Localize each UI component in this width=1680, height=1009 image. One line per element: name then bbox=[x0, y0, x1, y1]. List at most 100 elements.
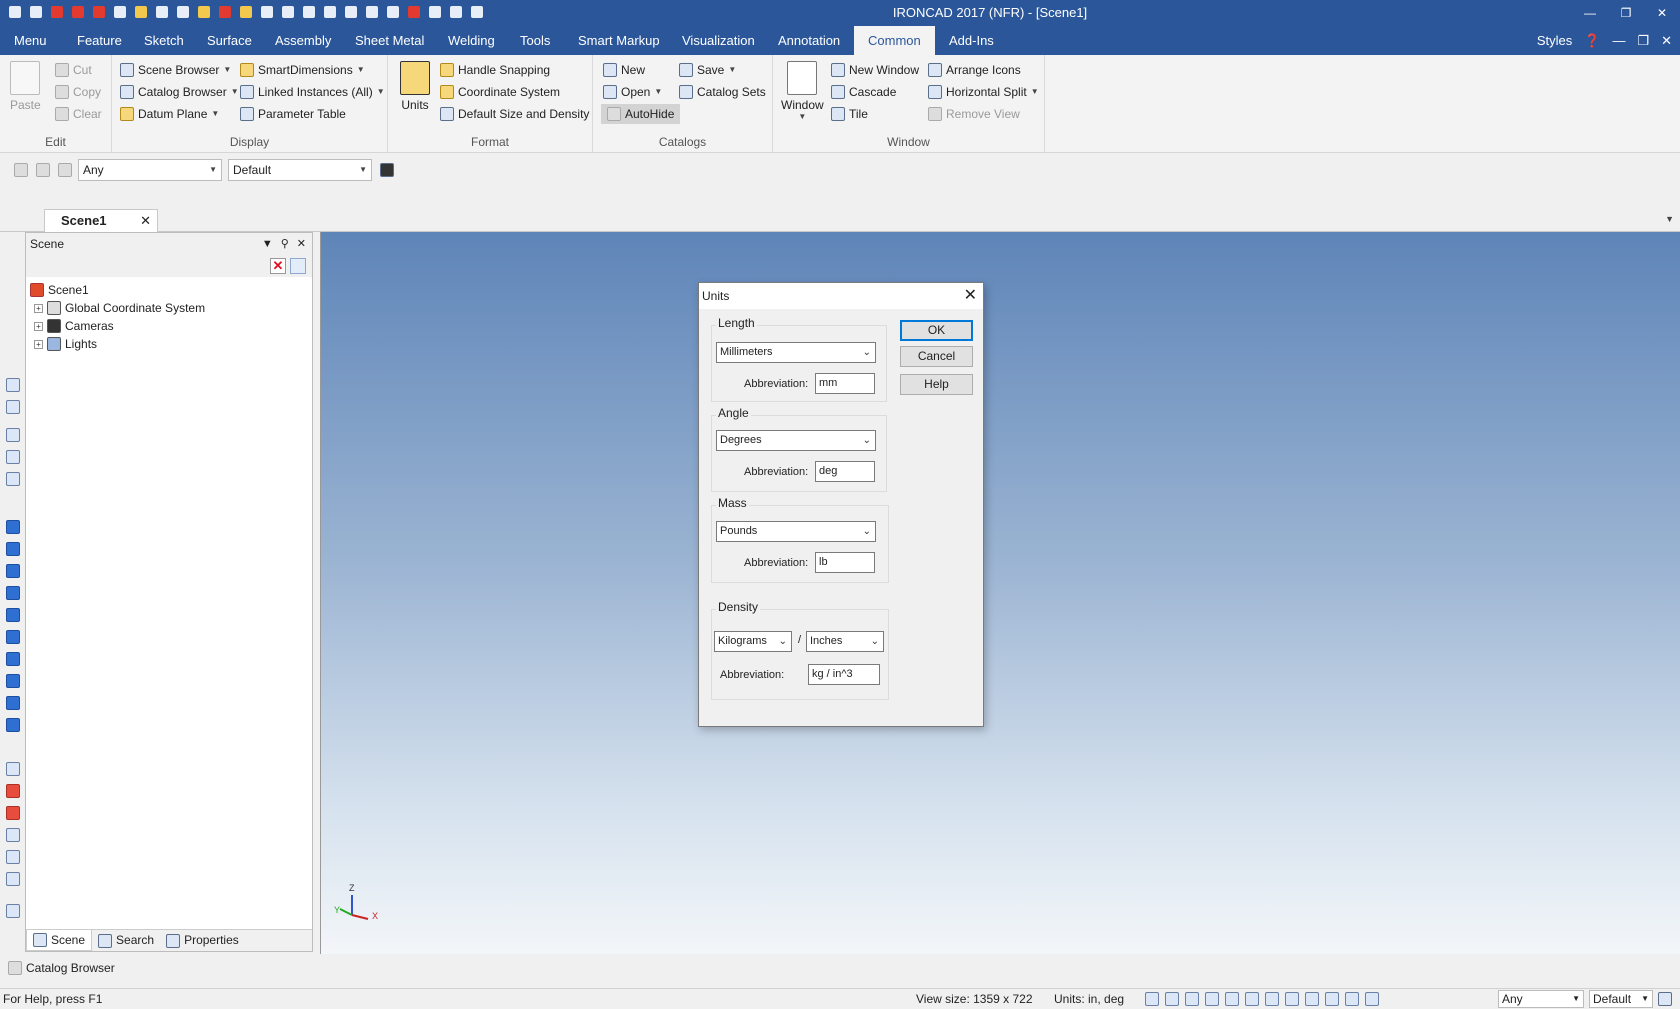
arrange-icons-button[interactable]: Arrange Icons bbox=[928, 60, 1021, 80]
close-icon[interactable]: ✕ bbox=[140, 210, 151, 232]
tab-welding[interactable]: Welding bbox=[434, 26, 509, 55]
zoom-area-icon[interactable] bbox=[1165, 992, 1179, 1006]
tab-sheet-metal[interactable]: Sheet Metal bbox=[341, 26, 438, 55]
styles-menu[interactable]: Styles bbox=[1537, 33, 1572, 48]
view-tool-icon[interactable] bbox=[6, 378, 20, 392]
status-style-combo[interactable]: Default ▼ bbox=[1589, 990, 1653, 1008]
doc-tab-scene1[interactable]: Scene1 ✕ bbox=[44, 209, 158, 232]
tab-menu[interactable]: Menu bbox=[0, 26, 61, 55]
section-view-icon[interactable] bbox=[1245, 992, 1259, 1006]
block-view-icon[interactable] bbox=[6, 608, 20, 622]
tab-smart-markup[interactable]: Smart Markup bbox=[564, 26, 674, 55]
block-view-icon[interactable] bbox=[6, 564, 20, 578]
block-view-icon[interactable] bbox=[6, 718, 20, 732]
tab-add-ins[interactable]: Add-Ins bbox=[935, 26, 1008, 55]
length-unit-select[interactable]: Millimeters ⌄ bbox=[716, 342, 876, 363]
density-length-select[interactable]: Inches ⌄ bbox=[806, 631, 884, 652]
tab-common[interactable]: Common bbox=[854, 26, 935, 55]
block-view-icon[interactable] bbox=[6, 520, 20, 534]
selection-filter-combo[interactable]: Any ▼ bbox=[78, 159, 222, 181]
expand-icon[interactable]: + bbox=[34, 303, 43, 313]
datum-plane-button[interactable]: Datum Plane ▼ bbox=[120, 104, 219, 124]
angle-abbr-input[interactable]: deg bbox=[815, 461, 875, 482]
hierarchy-icon[interactable] bbox=[380, 163, 394, 177]
horizontal-split-button[interactable]: Horizontal Split ▼ bbox=[928, 82, 1039, 102]
linked-instances-button[interactable]: Linked Instances (All) ▼ bbox=[240, 82, 385, 102]
ribbon-close-icon[interactable]: ✕ bbox=[1661, 33, 1672, 49]
status-filter-combo[interactable]: Any ▼ bbox=[1498, 990, 1584, 1008]
paste-button[interactable]: Paste bbox=[10, 61, 41, 112]
save-catalog-button[interactable]: Save ▼ bbox=[679, 60, 736, 80]
block-view-icon[interactable] bbox=[6, 586, 20, 600]
help-circle-icon[interactable]: ❓ bbox=[1584, 33, 1600, 49]
view-tool-icon[interactable] bbox=[6, 472, 20, 486]
tab-visualization[interactable]: Visualization bbox=[668, 26, 769, 55]
close-icon[interactable]: ✕ bbox=[964, 283, 977, 309]
ribbon-minimize-icon[interactable]: — bbox=[1612, 33, 1625, 48]
tree-node-global-coordinate-system[interactable]: + Global Coordinate System bbox=[30, 299, 312, 317]
coordinate-system-button[interactable]: Coordinate System bbox=[440, 82, 560, 102]
display-mode-icon[interactable] bbox=[1305, 992, 1319, 1006]
view-tool-icon[interactable] bbox=[6, 428, 20, 442]
tree-node-lights[interactable]: + Lights bbox=[30, 335, 312, 353]
new-window-button[interactable]: New Window bbox=[831, 60, 919, 80]
view-tool-icon[interactable] bbox=[6, 400, 20, 414]
close-icon[interactable]: ✕ bbox=[297, 233, 306, 255]
tab-properties[interactable]: Properties bbox=[160, 930, 245, 951]
handle-snapping-button[interactable]: Handle Snapping bbox=[440, 60, 550, 80]
tab-surface[interactable]: Surface bbox=[193, 26, 266, 55]
open-catalog-button[interactable]: Open ▼ bbox=[603, 82, 662, 102]
render-mode-icon[interactable] bbox=[1185, 992, 1199, 1006]
constraint-icon[interactable] bbox=[6, 872, 20, 886]
units-button[interactable]: Units bbox=[400, 61, 430, 112]
block-view-icon[interactable] bbox=[6, 696, 20, 710]
view-orientation-icon[interactable] bbox=[1205, 992, 1219, 1006]
smart-dimensions-button[interactable]: SmartDimensions ▼ bbox=[240, 60, 365, 80]
cascade-button[interactable]: Cascade bbox=[831, 82, 896, 102]
select-parts-icon[interactable] bbox=[14, 163, 28, 177]
section-icon[interactable] bbox=[6, 784, 20, 798]
tab-tools[interactable]: Tools bbox=[506, 26, 564, 55]
block-view-icon[interactable] bbox=[6, 542, 20, 556]
block-view-icon[interactable] bbox=[6, 674, 20, 688]
catalog-browser-bar[interactable]: Catalog Browser bbox=[0, 958, 1680, 978]
angle-unit-select[interactable]: Degrees ⌄ bbox=[716, 430, 876, 451]
expand-icon[interactable]: + bbox=[34, 321, 43, 331]
rotate-icon[interactable] bbox=[6, 850, 20, 864]
hierarchy-icon[interactable] bbox=[1658, 992, 1672, 1006]
ok-button[interactable]: OK bbox=[900, 320, 973, 341]
minimize-icon[interactable]: — bbox=[1572, 0, 1608, 26]
remove-view-button[interactable]: Remove View bbox=[928, 104, 1020, 124]
mass-unit-select[interactable]: Pounds ⌄ bbox=[716, 521, 876, 542]
close-icon[interactable]: ✕ bbox=[1644, 0, 1680, 26]
scene-browser-button[interactable]: Scene Browser ▼ bbox=[120, 60, 231, 80]
tab-sketch[interactable]: Sketch bbox=[130, 26, 198, 55]
tab-list-chevron-icon[interactable]: ▼ bbox=[1665, 214, 1674, 224]
pin-icon[interactable]: ⚲ bbox=[281, 233, 289, 255]
visibility-icon[interactable] bbox=[1265, 992, 1279, 1006]
tab-search[interactable]: Search bbox=[92, 930, 160, 951]
ribbon-restore-icon[interactable]: ❐ bbox=[1637, 33, 1649, 49]
box-view-icon[interactable] bbox=[1285, 992, 1299, 1006]
help-button[interactable]: Help bbox=[900, 374, 973, 395]
new-catalog-button[interactable]: New bbox=[603, 60, 645, 80]
density-mass-select[interactable]: Kilograms ⌄ bbox=[714, 631, 792, 652]
3d-viewport[interactable]: Z Y X bbox=[320, 232, 1680, 954]
expand-icon[interactable]: + bbox=[34, 339, 43, 349]
tab-annotation[interactable]: Annotation bbox=[764, 26, 854, 55]
parameter-table-button[interactable]: Parameter Table bbox=[240, 104, 346, 124]
tab-scene[interactable]: Scene bbox=[26, 930, 93, 951]
clear-button[interactable]: Clear bbox=[55, 104, 102, 124]
tree-node-cameras[interactable]: + Cameras bbox=[30, 317, 312, 335]
smart-tool-icon[interactable] bbox=[6, 904, 20, 918]
measure-icon[interactable] bbox=[6, 762, 20, 776]
catalog-sets-button[interactable]: Catalog Sets bbox=[679, 82, 766, 102]
pointer-icon[interactable] bbox=[1345, 992, 1359, 1006]
select-faces-icon[interactable] bbox=[58, 163, 72, 177]
section-icon[interactable] bbox=[6, 806, 20, 820]
pointer-icon[interactable] bbox=[36, 163, 50, 177]
clear-filter-icon[interactable]: ✕ bbox=[270, 258, 286, 274]
panel-options-icon[interactable]: ▼ bbox=[262, 233, 273, 255]
copy-button[interactable]: Copy bbox=[55, 82, 101, 102]
tree-node-scene1[interactable]: Scene1 bbox=[30, 281, 312, 299]
